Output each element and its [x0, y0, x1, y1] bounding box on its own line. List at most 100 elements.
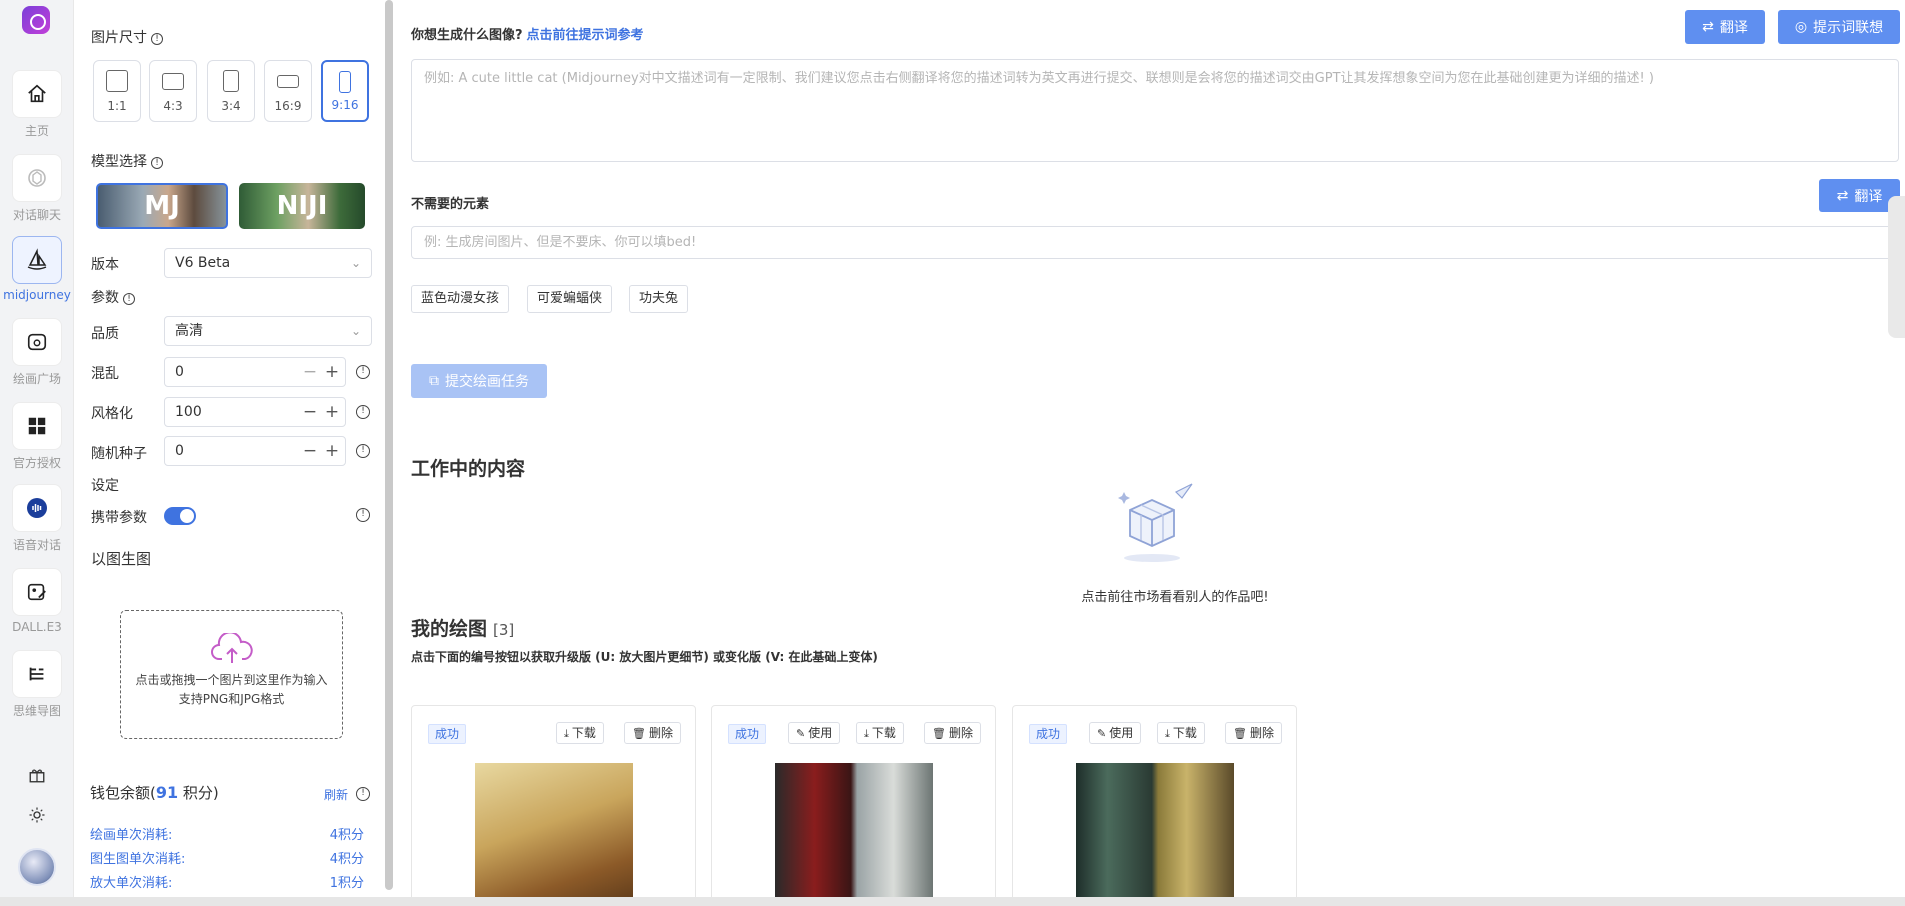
params-title: 参数! — [91, 287, 135, 307]
rail-item-apps[interactable]: 官方授权 — [0, 402, 74, 471]
use-button[interactable]: ✎ 使用 — [788, 722, 841, 744]
plus-icon[interactable]: + — [323, 398, 341, 426]
drawing-card: 成功 ⤓ 下载 🗑 删除 — [411, 705, 696, 906]
empty-text[interactable]: 点击前往市场看看别人的作品吧! — [1050, 586, 1300, 605]
carry-params-toggle[interactable] — [164, 507, 196, 525]
info-icon[interactable]: ! — [123, 293, 135, 305]
cost-img2img-label: 图生图单次消耗: — [90, 852, 186, 867]
prompt-tag[interactable]: 蓝色动漫女孩 — [411, 285, 510, 313]
prompt-title: 你想生成什么图像? 点击前往提示词参考 — [411, 28, 644, 43]
model-niji[interactable]: NIJI — [239, 183, 365, 229]
rail-item-midjourney[interactable]: midjourney — [0, 236, 74, 302]
minus-icon[interactable]: − — [301, 437, 319, 465]
translate-icon: ⇄ — [1836, 187, 1849, 204]
rail-item-mindmap[interactable]: 思维导图 — [0, 650, 74, 719]
drawing-thumbnail[interactable] — [775, 763, 933, 906]
drawing-card: 成功 ✎ 使用 ⤓ 下载 🗑 删除 — [711, 705, 996, 906]
mindmap-icon — [12, 650, 62, 698]
gift-icon[interactable] — [26, 766, 48, 788]
rail-item-chat[interactable]: 对话聊天 — [0, 154, 74, 223]
plus-icon[interactable]: + — [323, 358, 341, 386]
upload-format-hint: 支持PNG和JPG格式 — [178, 692, 285, 706]
quality-label: 品质 — [91, 326, 119, 342]
sun-theme-icon[interactable] — [26, 806, 48, 828]
model-select-title: 模型选择! — [91, 151, 163, 171]
drawing-thumbnail[interactable] — [1076, 763, 1234, 906]
app-logo[interactable] — [22, 6, 50, 34]
minus-icon[interactable]: − — [301, 398, 319, 426]
drawing-thumbnail[interactable] — [475, 763, 633, 906]
download-button[interactable]: ⤓ 下载 — [556, 722, 604, 744]
info-icon[interactable]: ! — [356, 787, 370, 801]
size-option-3-4[interactable]: 3:4 — [207, 60, 255, 122]
seed-stepper[interactable]: 0 − + — [164, 436, 346, 466]
download-button[interactable]: ⤓ 下载 — [1157, 722, 1205, 744]
seed-label: 随机种子 — [91, 446, 147, 462]
gallery-icon — [12, 318, 62, 366]
size-option-9-16[interactable]: 9:16 — [321, 60, 369, 122]
image-upload-dropzone[interactable]: 点击或拖拽一个图片到这里作为输入 支持PNG和JPG格式 — [120, 610, 343, 739]
home-icon — [12, 70, 62, 118]
info-icon[interactable]: ! — [356, 405, 370, 419]
wallet-points: 91 — [155, 783, 179, 802]
refresh-link[interactable]: 刷新 — [324, 786, 348, 803]
negative-input[interactable]: 例: 生成房间图片、但是不要床、你可以填bed! — [411, 226, 1899, 259]
use-button[interactable]: ✎ 使用 — [1089, 722, 1142, 744]
stylize-stepper[interactable]: 100 − + — [164, 397, 346, 427]
delete-button[interactable]: 🗑 删除 — [924, 722, 981, 744]
info-icon[interactable]: ! — [151, 33, 163, 45]
horizontal-scrollbar[interactable] — [0, 897, 1905, 906]
prompt-reference-link[interactable]: 点击前往提示词参考 — [527, 28, 644, 43]
download-icon: ⤓ — [1165, 727, 1170, 740]
trash-icon: 🗑 — [932, 727, 946, 740]
cost-img2img-value: 4积分 — [329, 852, 364, 867]
size-option-1-1[interactable]: 1:1 — [93, 60, 141, 122]
delete-button[interactable]: 🗑 删除 — [1225, 722, 1282, 744]
info-icon[interactable]: ! — [356, 365, 370, 379]
rail-item-gallery[interactable]: 绘画广场 — [0, 318, 74, 387]
prompt-input[interactable]: 例如: A cute little cat (Midjourney对中文描述词有… — [411, 59, 1899, 162]
size-option-16-9[interactable]: 16:9 — [264, 60, 312, 122]
info-icon[interactable]: ! — [151, 157, 163, 169]
info-icon[interactable]: ! — [356, 444, 370, 458]
trash-icon: 🗑 — [632, 727, 646, 740]
translate-button[interactable]: ⇄ 翻译 — [1685, 10, 1765, 44]
avatar[interactable] — [18, 848, 56, 886]
chaos-stepper[interactable]: 0 − + — [164, 357, 346, 387]
panel-scrollbar[interactable] — [385, 0, 393, 890]
voice-icon — [12, 484, 62, 532]
cost-upscale-value: 1积分 — [329, 876, 364, 891]
tall-shape-icon — [339, 71, 351, 93]
prompt-association-button[interactable]: ◎ 提示词联想 — [1778, 10, 1900, 44]
empty-box-illustration — [1112, 480, 1198, 566]
delete-button[interactable]: 🗑 删除 — [624, 722, 681, 744]
status-badge: 成功 — [1029, 724, 1068, 744]
stylize-label: 风格化 — [91, 406, 133, 422]
rail-item-dalle[interactable]: DALL.E3 — [0, 568, 74, 634]
prompt-tag[interactable]: 功夫兔 — [629, 285, 689, 313]
floating-side-widget[interactable] — [1888, 196, 1905, 338]
download-button[interactable]: ⤓ 下载 — [856, 722, 904, 744]
minus-icon[interactable]: − — [301, 358, 319, 386]
translate-icon: ⇄ — [1702, 19, 1714, 35]
my-drawings-title: 我的绘图 [3] — [411, 618, 515, 640]
version-select[interactable]: V6 Beta ⌄ — [164, 248, 372, 278]
plus-icon[interactable]: + — [323, 437, 341, 465]
bulb-icon: ◎ — [1794, 19, 1808, 35]
model-mj[interactable]: MJ — [96, 183, 228, 229]
my-drawings-description: 点击下面的编号按钮以获取升级版 (U: 放大图片更细节) 或变化版 (V: 在此… — [411, 650, 878, 664]
quality-select[interactable]: 高清 ⌄ — [164, 316, 372, 346]
download-icon: ⤓ — [564, 727, 569, 740]
submit-button[interactable]: ⧉ 提交绘画任务 — [411, 364, 547, 398]
settings-title: 设定 — [91, 478, 119, 494]
info-icon[interactable]: ! — [356, 508, 370, 522]
rail-item-home[interactable]: 主页 — [0, 70, 74, 139]
status-badge: 成功 — [428, 724, 467, 744]
drawing-card: 成功 ✎ 使用 ⤓ 下载 🗑 删除 — [1012, 705, 1297, 906]
rail-item-voice[interactable]: 语音对话 — [0, 484, 74, 553]
size-option-4-3[interactable]: 4:3 — [149, 60, 197, 122]
my-drawings-count: [3] — [493, 621, 515, 639]
portrait-shape-icon — [223, 70, 239, 92]
prompt-tag[interactable]: 可爱蝙蝠侠 — [527, 285, 613, 313]
cost-draw-label: 绘画单次消耗: — [90, 828, 173, 843]
